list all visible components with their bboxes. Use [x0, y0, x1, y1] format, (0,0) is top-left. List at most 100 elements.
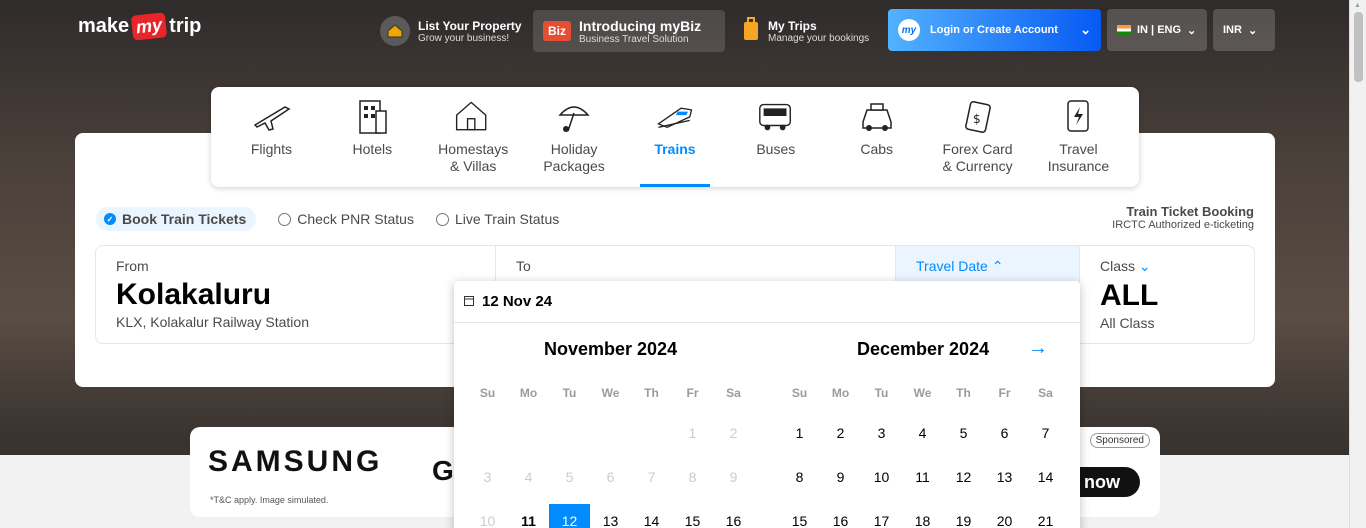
- calendar-day[interactable]: 19: [943, 504, 984, 528]
- nav-holiday-packages[interactable]: Holiday Packages: [524, 87, 624, 187]
- nav-insurance[interactable]: Travel Insurance: [1028, 87, 1128, 187]
- calendar-day[interactable]: 4: [902, 416, 943, 460]
- nav-cabs-label: Cabs: [860, 141, 894, 157]
- nav-hotels[interactable]: Hotels: [322, 87, 422, 187]
- scroll-up-icon[interactable]: ▲: [1354, 2, 1361, 9]
- calendar-day: 5: [565, 469, 574, 485]
- calendar-icon: [464, 293, 474, 310]
- logo-trip: trip: [169, 15, 202, 37]
- train-icon: [655, 97, 695, 135]
- svg-text:$: $: [973, 112, 981, 126]
- travel-date-label: Travel Date ⌃: [916, 258, 1004, 274]
- house-icon: [380, 16, 410, 46]
- calendar-day[interactable]: 2: [820, 416, 861, 460]
- irctc-info: Train Ticket Booking IRCTC Authorized e-…: [1112, 204, 1254, 231]
- scrollbar[interactable]: ▲: [1349, 0, 1366, 528]
- calendar-day: 8: [688, 469, 697, 485]
- nav-insurance-label: Travel Insurance: [1047, 141, 1110, 174]
- arrow-right-icon[interactable]: →: [1028, 337, 1048, 360]
- login-button[interactable]: my Login or Create Account ⌄: [888, 9, 1101, 51]
- calendar-day[interactable]: 13: [984, 460, 1025, 504]
- calendar-day[interactable]: 11: [508, 504, 549, 528]
- radio-live-label: Live Train Status: [454, 211, 560, 227]
- radio-live-status[interactable]: Live Train Status: [435, 211, 560, 227]
- calendar-day: 6: [606, 469, 615, 485]
- nav-trains[interactable]: Trains: [625, 87, 725, 187]
- weekday-header: We: [913, 386, 932, 400]
- calendar-day: 10: [479, 513, 496, 528]
- bus-icon: [756, 97, 796, 135]
- nav-forex[interactable]: $ Forex Card & Currency: [928, 87, 1028, 187]
- radio-pnr-status[interactable]: Check PNR Status: [278, 211, 414, 227]
- weekday-header: Th: [644, 386, 659, 400]
- calendar-day[interactable]: 21: [1025, 504, 1066, 528]
- weekday-header: Mo: [519, 386, 538, 400]
- nav-flights-label: Flights: [250, 141, 293, 157]
- calendar-day[interactable]: 10: [861, 460, 902, 504]
- nav-homestays[interactable]: Homestays & Villas: [423, 87, 523, 187]
- calendar-day[interactable]: 6: [984, 416, 1025, 460]
- calendar-day[interactable]: 15: [672, 504, 713, 528]
- calendar-day[interactable]: 16: [713, 504, 754, 528]
- chevron-down-icon: ⌄: [1080, 22, 1091, 37]
- makemytrip-logo[interactable]: make my trip: [78, 12, 202, 41]
- calendar-grid-nov: Su Mo Tu We Th Fr Sa 1 2 3 4 5 6 7 8 9 10 11 12 13 14 15 16: [467, 386, 754, 528]
- weekday-header: Su: [791, 386, 808, 400]
- nav-cabs[interactable]: Cabs: [827, 87, 927, 187]
- weekday-header: Mo: [831, 386, 850, 400]
- sponsored-badge: Sponsored: [1089, 433, 1150, 448]
- nav-homestays-label: Homestays & Villas: [438, 141, 509, 174]
- calendar-day[interactable]: 15: [779, 504, 820, 528]
- calendar-day[interactable]: 8: [779, 460, 820, 504]
- calendar-day[interactable]: 11: [902, 460, 943, 504]
- booking-type-radios: ✓ Book Train Tickets Check PNR Status Li…: [96, 207, 559, 231]
- suitcase-icon: [742, 16, 760, 47]
- calendar-day[interactable]: 14: [1025, 460, 1066, 504]
- chevron-down-icon: ⌄: [1138, 258, 1151, 274]
- calendar-day[interactable]: 3: [861, 416, 902, 460]
- mybiz-logo: Biz: [543, 21, 571, 41]
- weekday-header: Tu: [874, 386, 889, 400]
- calendar-day[interactable]: 13: [590, 504, 631, 528]
- calendar-empty-cell: [631, 416, 672, 460]
- weekday-header: Tu: [562, 386, 577, 400]
- forex-icon: $: [958, 97, 998, 135]
- currency-selector[interactable]: INR ⌄: [1213, 9, 1275, 51]
- date-picker-header: 12 Nov 24: [454, 281, 1080, 323]
- scrollbar-thumb[interactable]: [1354, 12, 1363, 82]
- ad-partial-text: G: [432, 455, 454, 486]
- calendar-day[interactable]: 20: [984, 504, 1025, 528]
- calendar-grid-dec: Su Mo Tu We Th Fr Sa 1 2 3 4 5 6 7 8 9 10 11 12 13 14 15 16 17 1…: [779, 386, 1066, 528]
- locale-selector[interactable]: IN | ENG ⌄: [1107, 9, 1207, 51]
- list-property-link[interactable]: List Your Property Grow your business!: [380, 10, 522, 52]
- my-trips-title: My Trips: [768, 18, 817, 33]
- mybiz-link[interactable]: Biz Introducing myBiz Business Travel So…: [533, 10, 725, 52]
- weekday-header: Fr: [686, 386, 699, 400]
- calendar-day[interactable]: 1: [779, 416, 820, 460]
- nav-buses[interactable]: Buses: [726, 87, 826, 187]
- my-trips-link[interactable]: My Trips Manage your bookings: [742, 10, 869, 52]
- calendar-day[interactable]: 7: [1025, 416, 1066, 460]
- currency-label: INR: [1223, 24, 1242, 36]
- radio-circle-icon: [435, 212, 449, 226]
- calendar-day[interactable]: 14: [631, 504, 672, 528]
- calendar-day[interactable]: 16: [820, 504, 861, 528]
- calendar-day: 1: [688, 425, 697, 441]
- ad-brand: SAMSUNG: [208, 445, 383, 478]
- calendar-day: 3: [483, 469, 492, 485]
- calendar-day[interactable]: 9: [820, 460, 861, 504]
- class-field[interactable]: Class ⌄ ALL All Class: [1080, 246, 1254, 343]
- calendar-empty-cell: [467, 416, 508, 460]
- from-field[interactable]: From Kolakaluru KLX, Kolakalur Railway S…: [96, 246, 496, 343]
- calendar-day[interactable]: 17: [861, 504, 902, 528]
- calendar-day-selected[interactable]: 12: [549, 504, 590, 528]
- chevron-down-icon: ⌄: [1187, 24, 1197, 37]
- radio-book-tickets[interactable]: ✓ Book Train Tickets: [96, 207, 257, 231]
- calendar-day[interactable]: 18: [902, 504, 943, 528]
- radio-pnr-label: Check PNR Status: [297, 211, 414, 227]
- month-title-nov: November 2024: [544, 339, 678, 359]
- class-label: Class ⌄: [1100, 258, 1151, 274]
- calendar-day[interactable]: 12: [943, 460, 984, 504]
- calendar-day[interactable]: 5: [943, 416, 984, 460]
- nav-flights[interactable]: Flights: [221, 87, 321, 187]
